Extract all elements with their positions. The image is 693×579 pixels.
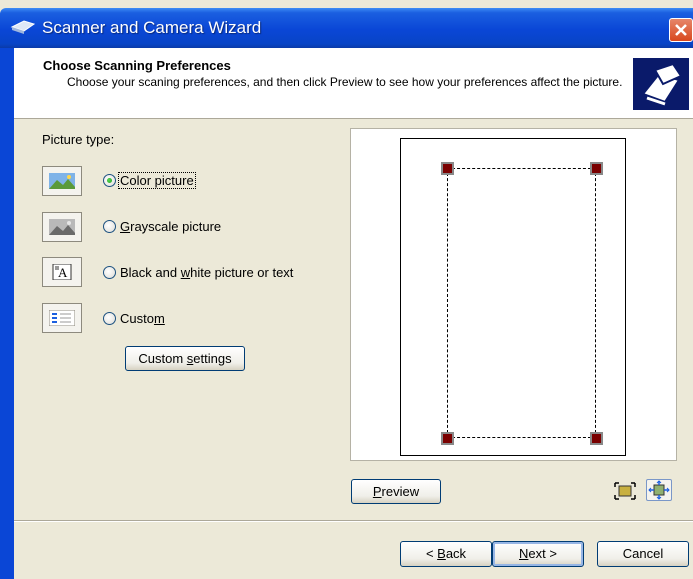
bw-picture-label[interactable]: Black and white picture or text xyxy=(120,265,293,280)
title-bar: Scanner and Camera Wizard xyxy=(0,8,693,48)
picture-type-label: Picture type: xyxy=(42,132,115,147)
preview-button[interactable]: Preview xyxy=(351,479,441,504)
footer-divider xyxy=(14,520,693,522)
accelerator-key: P xyxy=(372,484,382,499)
color-picture-label[interactable]: Color picture xyxy=(118,172,196,189)
accelerator-key: N xyxy=(519,546,529,561)
page-title: Choose Scanning Preferences xyxy=(43,58,231,73)
close-icon xyxy=(675,24,687,36)
custom-settings-icon xyxy=(42,303,82,333)
bw-text-icon: A xyxy=(42,257,82,287)
label-part: ack xyxy=(445,546,467,561)
custom-settings-button[interactable]: Custom settings xyxy=(125,346,245,371)
label-part: review xyxy=(381,484,420,499)
close-button[interactable] xyxy=(669,18,693,42)
zoom-selection-icon[interactable] xyxy=(612,480,638,502)
selection-handle-top-right[interactable] xyxy=(590,162,603,175)
cancel-button[interactable]: Cancel xyxy=(597,541,689,567)
accelerator-key: w xyxy=(180,265,191,280)
wizard-header: Choose Scanning Preferences Choose your … xyxy=(14,48,693,119)
label-part: ext > xyxy=(528,546,557,561)
label-part: ettings xyxy=(193,351,232,366)
selection-handle-bottom-left[interactable] xyxy=(441,432,454,445)
label-part: Black and xyxy=(120,265,181,280)
svg-text:A: A xyxy=(58,265,68,280)
label-part: Custo xyxy=(120,311,154,326)
grayscale-photo-icon xyxy=(42,212,82,242)
fit-page-icon[interactable] xyxy=(646,479,672,501)
label-part: < xyxy=(425,546,438,561)
color-picture-radio[interactable] xyxy=(103,174,116,187)
accelerator-key: B xyxy=(437,546,446,561)
grayscale-picture-radio[interactable] xyxy=(103,220,116,233)
grayscale-picture-label[interactable]: Grayscale picture xyxy=(120,219,221,234)
next-button[interactable]: Next > xyxy=(492,541,584,567)
back-button[interactable]: < Back xyxy=(400,541,492,567)
window-border-left xyxy=(0,48,14,579)
accelerator-key: m xyxy=(153,311,165,326)
bw-picture-radio[interactable] xyxy=(103,266,116,279)
scan-selection-rectangle[interactable] xyxy=(447,168,596,438)
page-subtitle: Choose your scaning preferences, and the… xyxy=(67,75,623,89)
selection-handle-top-left[interactable] xyxy=(441,162,454,175)
label-part: Custom xyxy=(138,351,187,366)
selection-handle-bottom-right[interactable] xyxy=(590,432,603,445)
window-title: Scanner and Camera Wizard xyxy=(42,18,262,37)
scanner-wizard-icon xyxy=(10,20,36,34)
accelerator-key: G xyxy=(120,219,131,234)
custom-label[interactable]: Custom xyxy=(120,311,165,326)
custom-radio[interactable] xyxy=(103,312,116,325)
label-part: rayscale picture xyxy=(130,219,222,234)
color-photo-icon xyxy=(42,166,82,196)
scanner-graphic-icon xyxy=(633,58,689,110)
label-part: hite picture or text xyxy=(190,265,294,280)
